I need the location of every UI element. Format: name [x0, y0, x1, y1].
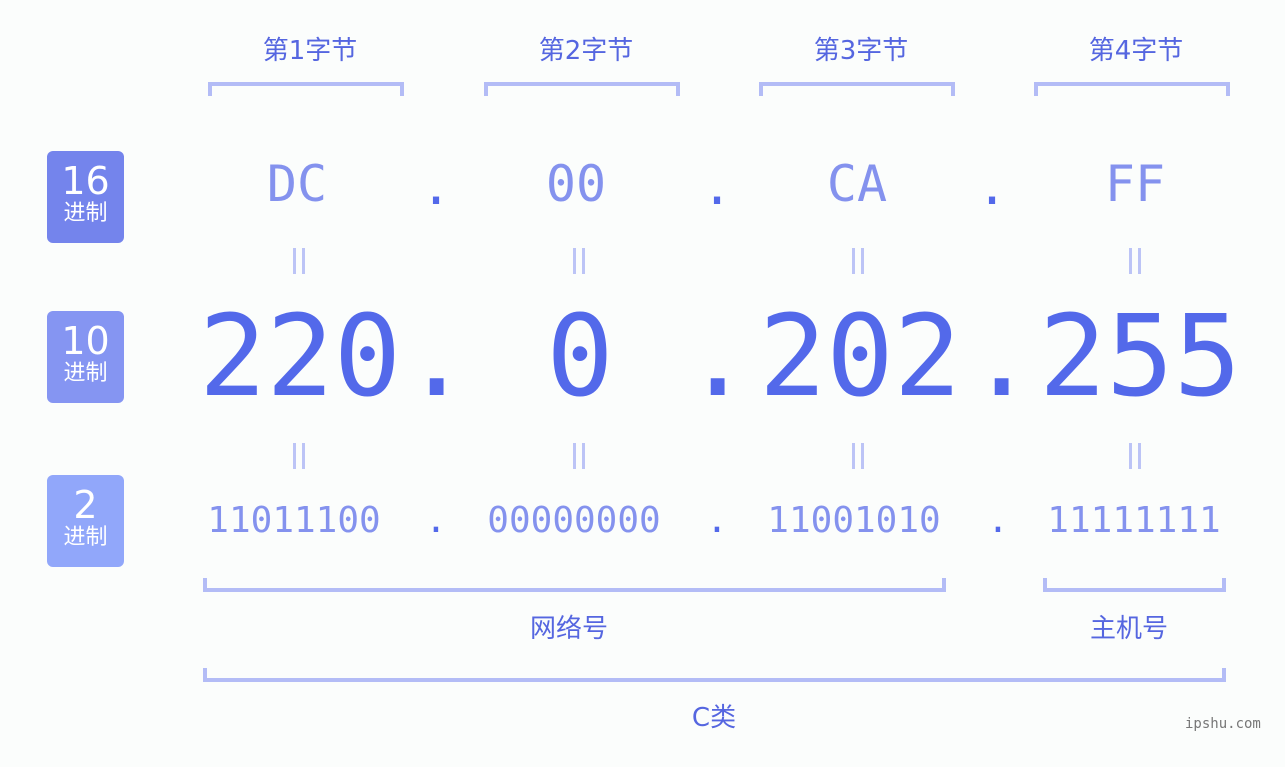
equals-icon	[293, 443, 305, 469]
hex-badge: 16 进制	[47, 151, 124, 243]
dec-badge: 10 进制	[47, 311, 124, 403]
equals-icon	[293, 248, 305, 274]
host-label: 主机号	[1089, 614, 1168, 644]
dec-separator-3: .	[968, 292, 1036, 422]
bin-separator-1: .	[425, 500, 447, 541]
hex-separator-2: .	[702, 158, 733, 216]
hex-byte-2: 00	[545, 155, 607, 213]
equals-icon	[852, 443, 864, 469]
byte-4-bracket	[1034, 82, 1230, 96]
bin-byte-4: 11111111	[1047, 500, 1221, 541]
byte-3-bracket	[759, 82, 955, 96]
class-label: C类	[691, 703, 737, 733]
equals-icon	[573, 248, 585, 274]
hex-byte-4: FF	[1104, 155, 1166, 213]
byte-1-label: 第1字节	[262, 36, 358, 66]
dec-byte-1: 220	[198, 292, 402, 422]
equals-icon	[573, 443, 585, 469]
bin-byte-1: 11011100	[207, 500, 381, 541]
dec-badge-unit: 进制	[63, 361, 108, 386]
dec-byte-3: 202	[758, 292, 962, 422]
bin-byte-2: 00000000	[487, 500, 661, 541]
bin-badge: 2 进制	[47, 475, 124, 567]
hex-badge-unit: 进制	[63, 201, 108, 226]
network-bracket	[203, 578, 946, 592]
byte-4-label: 第4字节	[1088, 36, 1184, 66]
bin-separator-2: .	[706, 500, 728, 541]
hex-byte-1: DC	[266, 155, 328, 213]
equals-icon	[1129, 248, 1141, 274]
bin-byte-3: 11001010	[767, 500, 941, 541]
byte-2-bracket	[484, 82, 680, 96]
byte-3-label: 第3字节	[813, 36, 909, 66]
hex-badge-number: 16	[61, 159, 110, 203]
dec-badge-number: 10	[61, 319, 110, 363]
equals-icon	[1129, 443, 1141, 469]
dec-byte-4: 255	[1038, 292, 1242, 422]
host-bracket	[1043, 578, 1226, 592]
byte-1-bracket	[208, 82, 404, 96]
bin-badge-unit: 进制	[63, 525, 108, 550]
dec-separator-2: .	[684, 292, 752, 422]
class-bracket	[203, 668, 1226, 682]
dec-byte-2: 0	[546, 292, 614, 422]
network-label: 网络号	[529, 614, 608, 644]
hex-separator-3: .	[977, 158, 1008, 216]
hex-separator-1: .	[421, 158, 452, 216]
byte-2-label: 第2字节	[538, 36, 634, 66]
equals-icon	[852, 248, 864, 274]
hex-byte-3: CA	[826, 155, 888, 213]
bin-badge-number: 2	[73, 483, 98, 527]
watermark: ipshu.com	[1185, 716, 1261, 732]
bin-separator-3: .	[987, 500, 1009, 541]
dec-separator-1: .	[403, 292, 471, 422]
